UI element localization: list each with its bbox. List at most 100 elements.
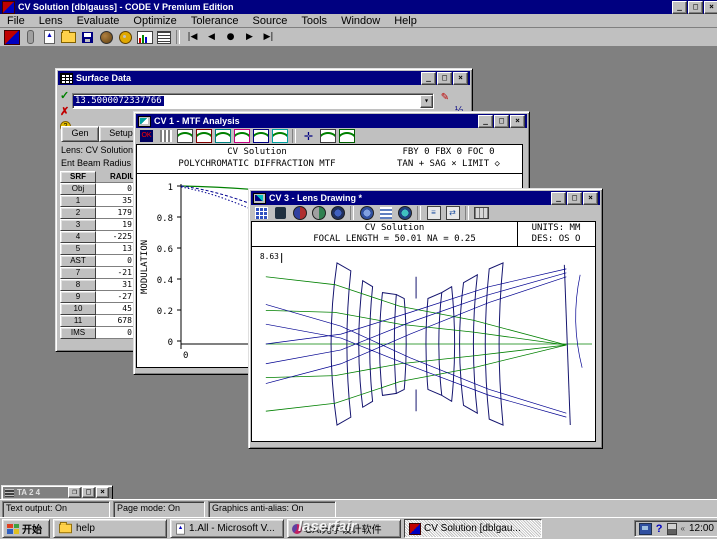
lens-circle-icon-3[interactable]	[328, 205, 347, 221]
lens-circle-icon-1[interactable]	[290, 205, 309, 221]
minimized-window[interactable]: TA 2 4 ❐ □ ×	[1, 485, 113, 499]
volume-tray-icon[interactable]	[667, 523, 677, 535]
lens-circle-icon-5[interactable]	[395, 205, 414, 221]
mtf-curve-icon-1[interactable]	[175, 128, 194, 144]
lens-grid-icon[interactable]	[252, 205, 271, 221]
lens-close-button[interactable]: ×	[583, 192, 598, 205]
surface-row-button[interactable]: 1	[60, 195, 96, 207]
menu-evaluate[interactable]: Evaluate	[70, 14, 127, 28]
surface-row-button[interactable]: 9	[60, 291, 96, 303]
sort-icon[interactable]	[154, 29, 173, 45]
surface-maximize-button[interactable]: □	[437, 72, 452, 85]
surface-row-button[interactable]: 8	[60, 279, 96, 291]
mtf-curve-icon-2[interactable]	[194, 128, 213, 144]
lens-diagram: 8.63	[252, 247, 593, 439]
nav-first-icon[interactable]: |◀	[183, 29, 202, 45]
mtf-move-icon[interactable]: ✛	[299, 128, 318, 144]
surface-row-button[interactable]: 4	[60, 231, 96, 243]
globe-icon[interactable]	[97, 29, 116, 45]
lens-circle-icon-4[interactable]	[357, 205, 376, 221]
mtf-minimize-button[interactable]: _	[478, 115, 493, 128]
nav-next-icon[interactable]: ▶	[240, 29, 259, 45]
surface-row-button[interactable]: 3	[60, 219, 96, 231]
mtf-curve-icon-6[interactable]	[270, 128, 289, 144]
mtf-field-info: FBY 0 FBX 0 FOC 0	[377, 147, 520, 157]
minimized-maximize-button[interactable]: □	[82, 487, 95, 498]
lens-drawing-window[interactable]: CV 3 - Lens Drawing * _ □ × ≡ ⇄ CV	[248, 188, 603, 449]
open-folder-icon[interactable]	[59, 29, 78, 45]
nav-record-icon[interactable]: ●	[221, 29, 240, 45]
field-dropdown-icon[interactable]: ▾	[420, 95, 433, 108]
task-cai-app[interactable]: CAI光学设计软件	[287, 519, 401, 538]
mtf-curve-icon-8[interactable]	[337, 128, 356, 144]
surface-row-button[interactable]: 7	[60, 267, 96, 279]
help-tray-icon[interactable]: ?	[656, 523, 663, 535]
minimized-restore-button[interactable]: ❐	[68, 487, 81, 498]
start-button[interactable]: 开始	[2, 519, 50, 538]
menu-window[interactable]: Window	[334, 14, 387, 28]
pen-icon[interactable]: ✎	[438, 91, 452, 104]
surface-edit-value: 13.5000072337766	[73, 96, 164, 106]
surface-row-button[interactable]: IMS	[60, 327, 96, 339]
nav-prev-icon[interactable]: ◀	[202, 29, 221, 45]
surface-row-button[interactable]: 2	[60, 207, 96, 219]
mtf-bars-icon[interactable]	[156, 128, 175, 144]
mtf-curve-icon-4[interactable]	[232, 128, 251, 144]
menu-tools[interactable]: Tools	[294, 14, 334, 28]
capsule-icon[interactable]	[21, 29, 40, 45]
codev-tile-icon[interactable]	[2, 29, 21, 45]
minimized-close-button[interactable]: ×	[96, 487, 109, 498]
donut-icon[interactable]	[116, 29, 135, 45]
mtf-curve-icon-7[interactable]	[318, 128, 337, 144]
tray-chevron-icon[interactable]: «	[681, 524, 685, 533]
mtf-maximize-button[interactable]: □	[494, 115, 509, 128]
surface-row-button[interactable]: 10	[60, 303, 96, 315]
lens-small-grid-icon[interactable]	[472, 205, 491, 221]
surface-close-button[interactable]: ×	[453, 72, 468, 85]
status-text-output: Text output: On	[2, 501, 110, 518]
close-button[interactable]: ×	[704, 1, 717, 14]
main-titlebar: CV Solution [dblgauss] - CODE V Premium …	[0, 0, 717, 14]
menu-lens[interactable]: Lens	[32, 14, 70, 28]
lens-stripe-icon[interactable]	[376, 205, 395, 221]
surface-edit-field[interactable]: 13.5000072337766 ▾	[72, 93, 434, 109]
cancel-x-icon[interactable]: ✗	[60, 105, 69, 118]
surface-row-button[interactable]: Obj	[60, 183, 96, 195]
mtf-curve-icon-5[interactable]	[251, 128, 270, 144]
lens-circle-icon-2[interactable]	[309, 205, 328, 221]
chart-icon[interactable]	[135, 29, 154, 45]
lens-minimize-button[interactable]: _	[551, 192, 566, 205]
menu-optimize[interactable]: Optimize	[126, 14, 183, 28]
nav-last-icon[interactable]: ▶|	[259, 29, 278, 45]
new-page-icon[interactable]	[40, 29, 59, 45]
task-cv-solution[interactable]: CV Solution [dblgau...	[404, 519, 542, 538]
spreadsheet-icon	[60, 73, 73, 84]
surface-row-button[interactable]: 11	[60, 315, 96, 327]
menu-source[interactable]: Source	[246, 14, 295, 28]
col-header-srf[interactable]: SRF	[60, 171, 96, 183]
maximize-button[interactable]: □	[688, 1, 703, 14]
commit-check-icon[interactable]: ✓	[60, 89, 69, 102]
mtf-curve-icon-3[interactable]	[213, 128, 232, 144]
lens-outline-icon-1[interactable]: ≡	[424, 205, 443, 221]
menu-file[interactable]: File	[0, 14, 32, 28]
save-icon[interactable]	[78, 29, 97, 45]
surface-row-button[interactable]: AST	[60, 255, 96, 267]
surface-row-button[interactable]: 5	[60, 243, 96, 255]
lens-maximize-button[interactable]: □	[567, 192, 582, 205]
mtf-close-button[interactable]: ×	[510, 115, 525, 128]
menu-help[interactable]: Help	[387, 14, 424, 28]
gen-button[interactable]: Gen	[61, 126, 99, 142]
display-tray-icon[interactable]	[639, 523, 652, 535]
menu-tolerance[interactable]: Tolerance	[184, 14, 246, 28]
taskbar-clock: 12:00	[689, 523, 714, 534]
codev-app-icon	[2, 1, 15, 14]
minimize-button[interactable]: _	[672, 1, 687, 14]
lens-dark-icon[interactable]	[271, 205, 290, 221]
task-help[interactable]: help	[53, 519, 167, 538]
task-microsoft-doc[interactable]: 1.All - Microsoft V...	[170, 519, 284, 538]
surface-minimize-button[interactable]: _	[421, 72, 436, 85]
lens-outline-icon-2[interactable]: ⇄	[443, 205, 462, 221]
lens-header-vrule	[517, 222, 518, 246]
mtf-settings-icon[interactable]: OK	[137, 128, 156, 144]
